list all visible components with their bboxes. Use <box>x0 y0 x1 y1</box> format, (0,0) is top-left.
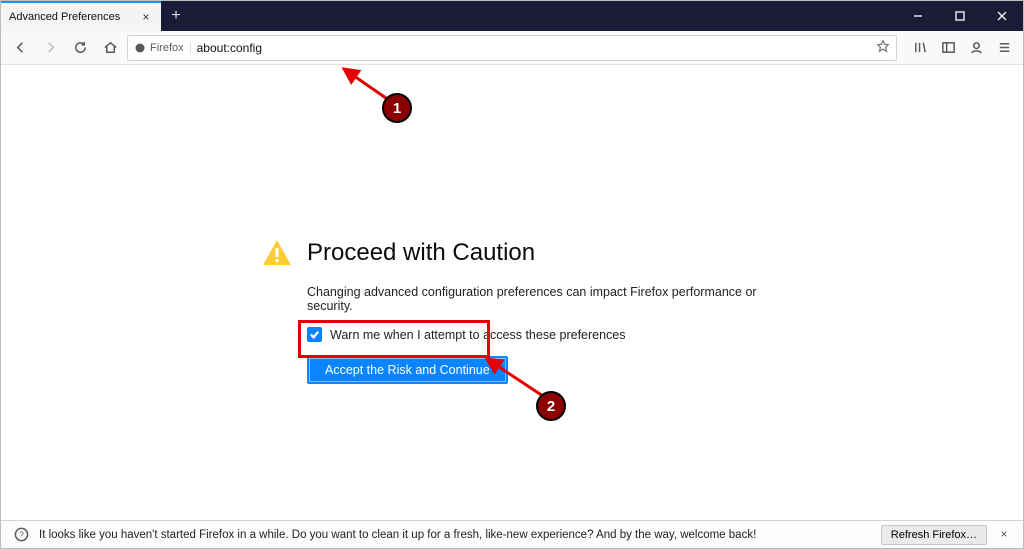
warn-checkbox-label: Warn me when I attempt to access these p… <box>330 328 626 342</box>
url-bar[interactable]: Firefox <box>127 35 897 61</box>
caution-text: Changing advanced configuration preferen… <box>307 285 801 313</box>
warn-checkbox[interactable] <box>307 327 322 342</box>
account-button[interactable] <box>963 35 989 61</box>
back-button[interactable] <box>7 35 33 61</box>
close-tab-icon[interactable]: × <box>139 10 153 24</box>
new-tab-button[interactable]: + <box>161 1 191 31</box>
accept-wrap: Accept the Risk and Continue <box>307 356 801 384</box>
titlebar: Advanced Preferences × + <box>1 1 1023 31</box>
firefox-window: Advanced Preferences × + Firefox <box>0 0 1024 549</box>
annotation-number-1: 1 <box>382 93 412 123</box>
sidebar-button[interactable] <box>935 35 961 61</box>
tab-title: Advanced Preferences <box>9 11 133 23</box>
reload-button[interactable] <box>67 35 93 61</box>
warning-icon <box>261 237 293 269</box>
info-icon: ? <box>11 525 31 545</box>
svg-text:?: ? <box>19 529 24 539</box>
identity-label: Firefox <box>150 42 184 54</box>
maximize-button[interactable] <box>939 1 981 31</box>
navbar: Firefox <box>1 31 1023 65</box>
refresh-firefox-button[interactable]: Refresh Firefox… <box>881 525 987 545</box>
infobar-close-icon[interactable]: × <box>995 526 1013 544</box>
warn-checkbox-row[interactable]: Warn me when I attempt to access these p… <box>307 327 801 342</box>
home-button[interactable] <box>97 35 123 61</box>
minimize-button[interactable] <box>897 1 939 31</box>
caution-header: Proceed with Caution <box>261 237 801 269</box>
identity-box[interactable]: Firefox <box>134 42 191 54</box>
tab-advanced-preferences[interactable]: Advanced Preferences × <box>1 1 161 31</box>
accept-risk-button[interactable]: Accept the Risk and Continue <box>307 356 508 384</box>
menu-button[interactable] <box>991 35 1017 61</box>
caution-panel: Proceed with Caution Changing advanced c… <box>261 237 801 384</box>
close-window-button[interactable] <box>981 1 1023 31</box>
caution-title: Proceed with Caution <box>307 239 535 267</box>
content-area: Proceed with Caution Changing advanced c… <box>1 65 1023 520</box>
forward-button[interactable] <box>37 35 63 61</box>
titlebar-spacer <box>191 1 897 31</box>
infobar-text: It looks like you haven't started Firefo… <box>39 529 756 541</box>
annotation-arrow-1 <box>338 65 408 115</box>
bookmark-star-icon[interactable] <box>876 39 890 56</box>
url-input[interactable] <box>197 41 870 55</box>
firefox-icon <box>134 42 146 54</box>
library-button[interactable] <box>907 35 933 61</box>
refresh-infobar: ? It looks like you haven't started Fire… <box>1 520 1023 548</box>
toolbar-right <box>907 35 1017 61</box>
annotation-number-2: 2 <box>536 391 566 421</box>
